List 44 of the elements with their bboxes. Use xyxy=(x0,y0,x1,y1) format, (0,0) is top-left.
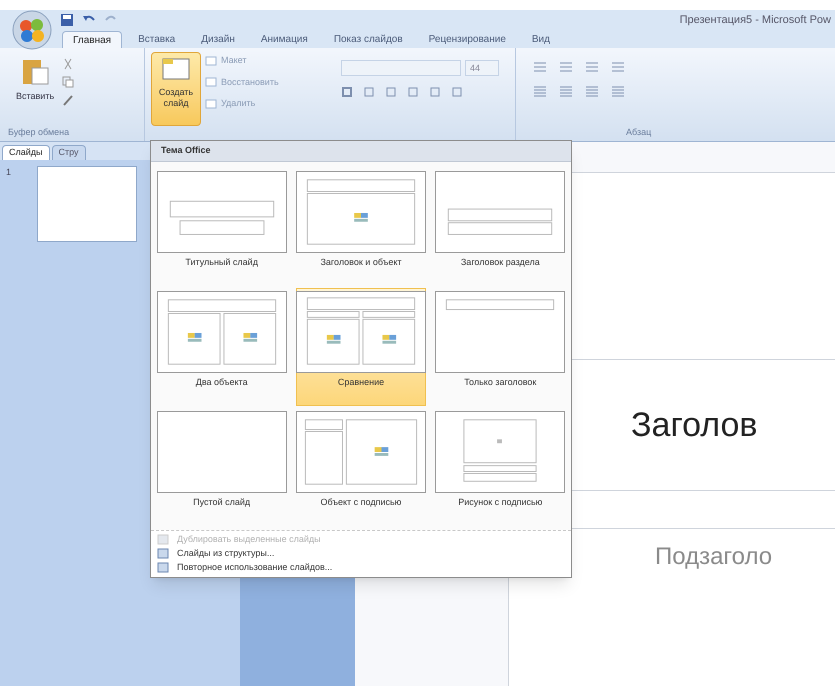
pane-tab[interactable]: Стру xyxy=(52,145,86,160)
copy-icon[interactable] xyxy=(62,76,74,88)
group-label: Абзац xyxy=(625,126,652,139)
align-right-icon[interactable] xyxy=(584,84,600,98)
group-label: Буфер обмена xyxy=(7,126,70,139)
slides-icon xyxy=(157,562,169,573)
brush-icon[interactable] xyxy=(62,94,74,106)
command-icon xyxy=(205,56,217,66)
window-title: Презентация5 - Microsoft Pow xyxy=(680,12,831,28)
layout-option[interactable]: Только заголовок xyxy=(436,288,565,406)
ribbon-tab[interactable]: Главная xyxy=(62,31,122,48)
layout-option[interactable]: Два объекта xyxy=(157,288,286,406)
layout-option[interactable]: Заголовок раздела xyxy=(436,168,565,286)
ribbon-tab[interactable]: Рецензирование xyxy=(418,31,516,48)
paste-button[interactable]: Вставить xyxy=(16,56,54,104)
layout-option[interactable]: Пустой слайд xyxy=(157,408,286,526)
menu-command[interactable]: Слайды из структуры... xyxy=(151,546,571,560)
layout-option[interactable]: Титульный слайд xyxy=(157,168,286,286)
slide-title[interactable]: Заголов xyxy=(631,400,758,450)
ribbon-tab[interactable]: Вставка xyxy=(128,31,186,48)
layout-option[interactable]: Сравнение xyxy=(296,288,426,406)
command-icon xyxy=(205,98,217,109)
new-slide-button[interactable]: Создать слайд xyxy=(151,52,201,126)
slides-icon xyxy=(157,534,169,545)
menu-header: Тема Office xyxy=(151,141,571,162)
ribbon-tab[interactable]: Дизайн xyxy=(191,31,245,48)
save-icon[interactable] xyxy=(60,13,74,27)
scissors-icon[interactable] xyxy=(62,58,74,70)
layout-option[interactable]: Объект с подписью xyxy=(296,408,426,526)
slides-icon xyxy=(157,548,169,559)
justify-icon[interactable] xyxy=(610,84,626,98)
ribbon-tab[interactable]: Вид xyxy=(522,31,560,48)
layout-option[interactable]: Рисунок с подписью xyxy=(436,408,565,526)
command-icon xyxy=(205,77,217,88)
layout-option[interactable]: Заголовок и объект xyxy=(296,168,426,286)
ribbon-tab[interactable]: Анимация xyxy=(250,31,318,48)
font-name-field[interactable] xyxy=(341,60,461,76)
align-left-icon[interactable] xyxy=(532,84,548,98)
slide-thumbnail[interactable] xyxy=(37,166,138,242)
slide-number: 1 xyxy=(6,166,12,179)
align-center-icon[interactable] xyxy=(558,84,574,98)
ribbon-tab[interactable]: Показ слайдов xyxy=(324,31,413,48)
pane-tab[interactable]: Слайды xyxy=(2,145,50,160)
menu-command[interactable]: Повторное использование слайдов... xyxy=(151,560,571,574)
